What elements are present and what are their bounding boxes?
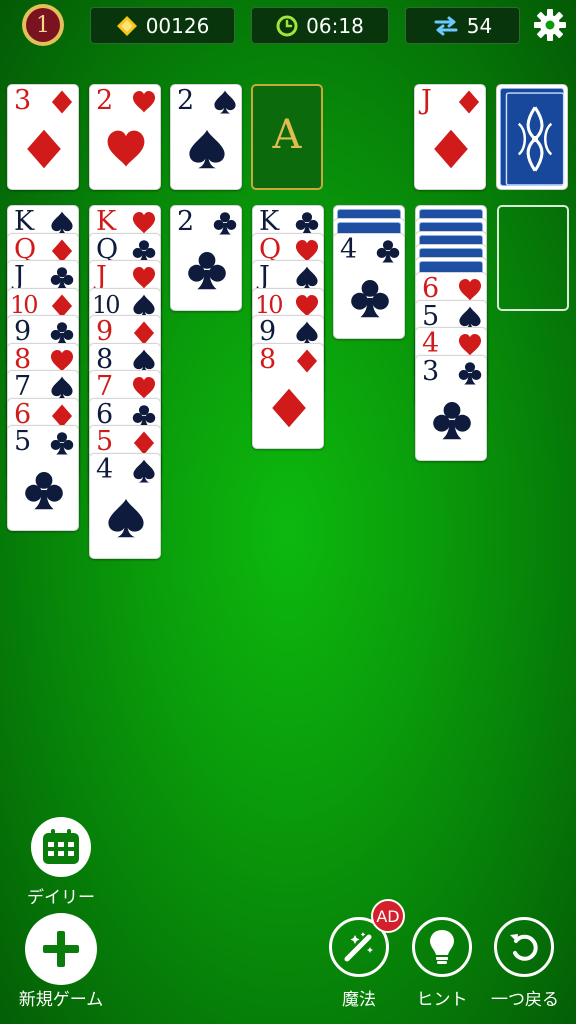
spade-large-suit-icon [108, 498, 144, 537]
card-rank: 4 [96, 453, 113, 485]
diamond-large-suit-icon [27, 129, 61, 169]
foundation-card[interactable]: 2 [170, 84, 242, 190]
tableau-empty-slot[interactable] [497, 205, 569, 311]
hint-button[interactable] [412, 917, 472, 977]
new-game-label: 新規ゲーム [18, 990, 104, 1010]
spade-suit-icon [133, 458, 155, 483]
spade-suit-icon [214, 90, 236, 114]
heart-suit-icon [295, 294, 319, 317]
spade-suit-icon [296, 266, 318, 290]
coin-value: 00126 [145, 13, 210, 38]
spade-suit-icon [459, 305, 481, 330]
heart-suit-icon [132, 90, 156, 113]
undo-label: 一つ戻る [491, 990, 559, 1010]
diamond-large-suit-icon [272, 388, 306, 427]
club-suit-icon [213, 212, 237, 235]
new-game-button[interactable] [25, 913, 97, 985]
heart-suit-icon [295, 239, 319, 262]
diamond-suit-icon [51, 403, 73, 428]
timer: 06:18 [251, 7, 389, 44]
diamond-suit-icon [51, 238, 73, 263]
spade-suit-icon [51, 376, 73, 400]
card-rank: 2 [177, 206, 194, 237]
card-rank: 2 [96, 85, 113, 116]
magic-label: 魔法 [342, 990, 376, 1010]
coin-counter: 00126 [90, 7, 235, 44]
calendar-icon [43, 829, 79, 864]
ornament-icon [505, 92, 565, 186]
tableau-card[interactable]: 3 [415, 354, 487, 461]
waste-card[interactable]: J [414, 84, 486, 190]
diamond-suit-icon [133, 431, 155, 455]
card-rank: 3 [422, 355, 439, 387]
spade-suit-icon [133, 293, 155, 318]
club-large-suit-icon [25, 472, 63, 510]
diamond-large-suit-icon [434, 129, 468, 169]
undo-button[interactable] [494, 917, 554, 977]
moves-icon [434, 16, 458, 35]
club-suit-icon [50, 322, 74, 345]
heart-suit-icon [50, 349, 74, 372]
plus-icon [43, 931, 79, 967]
diamond-suit-icon [458, 90, 480, 114]
tableau-card[interactable]: 8 [252, 342, 324, 449]
coin-icon [116, 15, 137, 36]
card-back-pattern [500, 88, 565, 186]
moves-value: 54 [466, 13, 493, 38]
club-suit-icon [295, 212, 319, 235]
heart-large-suit-icon [107, 130, 145, 167]
move-counter: 54 [405, 7, 520, 44]
daily-button[interactable] [31, 817, 91, 877]
card-rank: 5 [14, 426, 31, 457]
heart-suit-icon [132, 376, 156, 399]
ad-badge: AD [371, 899, 405, 933]
club-large-suit-icon [188, 252, 226, 290]
club-suit-icon [458, 361, 482, 385]
foundation-placeholder-letter: A [272, 112, 302, 158]
spade-suit-icon [296, 321, 318, 345]
heart-suit-icon [458, 333, 482, 356]
ad-badge-text: AD [376, 906, 400, 926]
card-rank: 3 [14, 85, 31, 116]
timer-value: 06:18 [306, 13, 364, 38]
heart-suit-icon [132, 211, 156, 234]
hint-label: ヒント [416, 990, 468, 1010]
club-suit-icon [132, 404, 156, 428]
foundation-slot-empty[interactable]: A [251, 84, 323, 190]
foundation-card[interactable]: 3 [7, 84, 79, 190]
settings-gear-icon[interactable] [533, 8, 567, 42]
card-rank: 4 [340, 234, 357, 265]
level-badge[interactable]: 1 [22, 4, 64, 46]
diamond-suit-icon [296, 348, 318, 373]
magic-wand-icon [344, 932, 373, 962]
lightbulb-icon [430, 930, 454, 964]
club-large-suit-icon [433, 401, 471, 439]
spade-suit-icon [133, 348, 155, 373]
foundation-card[interactable]: 2 [89, 84, 161, 190]
clock-icon [276, 15, 298, 36]
tableau-card[interactable]: 4 [333, 233, 405, 339]
level-number: 1 [26, 8, 60, 42]
tableau-card[interactable]: 2 [170, 205, 242, 311]
club-suit-icon [376, 240, 400, 263]
card-rank: 8 [259, 343, 276, 375]
diamond-suit-icon [51, 293, 73, 318]
heart-suit-icon [458, 278, 482, 301]
daily-label: デイリー [27, 888, 95, 908]
diamond-suit-icon [133, 321, 155, 345]
spade-suit-icon [51, 211, 73, 235]
heart-suit-icon [132, 266, 156, 289]
stock-pile[interactable] [496, 84, 568, 190]
club-suit-icon [50, 432, 74, 455]
card-rank: 2 [177, 85, 194, 116]
card-rank: J [421, 85, 432, 116]
club-suit-icon [132, 239, 156, 263]
club-suit-icon [50, 267, 74, 290]
tableau-card[interactable]: 4 [89, 452, 161, 559]
spade-large-suit-icon [189, 129, 225, 169]
tableau-card[interactable]: 5 [7, 425, 79, 531]
club-large-suit-icon [351, 280, 389, 318]
diamond-suit-icon [51, 90, 73, 114]
undo-icon [510, 934, 538, 961]
